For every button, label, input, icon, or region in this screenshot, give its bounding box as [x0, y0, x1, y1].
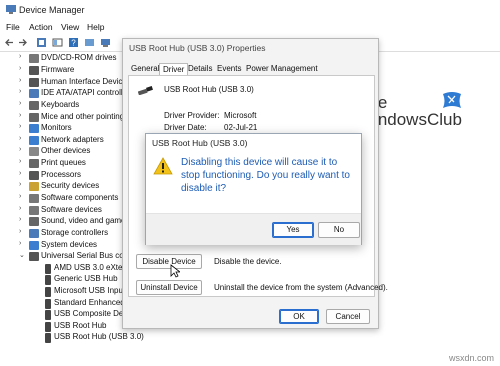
dvd-drive-icon — [29, 54, 39, 63]
usb-device-icon — [45, 264, 51, 274]
tab-details[interactable]: Details — [185, 63, 215, 75]
watermark: wsxdn.com — [448, 353, 494, 363]
driver-date-value: 02-Jul-21 — [224, 123, 258, 132]
chevron-right-icon[interactable]: › — [19, 123, 21, 130]
chevron-right-icon[interactable]: › — [19, 65, 21, 72]
driver-provider-label: Driver Provider: — [164, 111, 220, 120]
windows-logo-icon — [443, 92, 461, 108]
processor-icon — [29, 171, 39, 180]
usb-cable-icon — [138, 86, 153, 95]
view-toggle-icon[interactable] — [52, 37, 63, 48]
sound-icon — [29, 217, 39, 226]
help-toolbar-icon[interactable]: ? — [68, 37, 79, 48]
keyboard-icon — [29, 101, 39, 110]
software-device-icon — [29, 206, 39, 215]
menu-view[interactable]: View — [61, 22, 79, 32]
printer-icon — [29, 159, 39, 168]
cancel-button[interactable]: Cancel — [326, 309, 370, 324]
software-component-icon — [29, 194, 39, 203]
chevron-right-icon[interactable]: › — [19, 158, 21, 165]
chevron-right-icon[interactable]: › — [19, 53, 21, 60]
usb-device-icon — [45, 275, 51, 285]
ok-button[interactable]: OK — [279, 309, 319, 324]
window-title: Device Manager — [19, 5, 85, 15]
chevron-right-icon[interactable]: › — [19, 240, 21, 247]
menu-action[interactable]: Action — [29, 22, 53, 32]
hid-icon — [29, 78, 39, 87]
ide-controller-icon — [29, 89, 39, 98]
mouse-icon — [29, 113, 39, 122]
yes-button[interactable]: Yes — [272, 222, 314, 238]
usb-device-icon — [45, 333, 51, 343]
mouse-cursor-icon — [170, 264, 180, 278]
scan-hardware-icon[interactable] — [100, 37, 111, 48]
disable-device-description: Disable the device. — [214, 257, 282, 266]
action-toolbar-icon[interactable] — [84, 37, 95, 48]
driver-provider-value: Microsoft — [224, 111, 257, 120]
uninstall-device-button[interactable]: Uninstall Device — [136, 280, 202, 295]
usb-device-icon — [45, 287, 51, 297]
firmware-icon — [29, 66, 39, 75]
device-manager-icon — [6, 5, 16, 14]
usb-device-icon — [45, 310, 51, 320]
confirm-dialog-title: USB Root Hub (USB 3.0) — [152, 138, 248, 148]
chevron-right-icon[interactable]: › — [19, 228, 21, 235]
back-arrow-icon[interactable] — [4, 37, 15, 48]
chevron-right-icon[interactable]: › — [19, 100, 21, 107]
usb-controller-icon — [29, 252, 39, 261]
chevron-right-icon[interactable]: › — [19, 181, 21, 188]
chevron-right-icon[interactable]: › — [19, 170, 21, 177]
chevron-right-icon[interactable]: › — [19, 135, 21, 142]
chevron-right-icon[interactable]: › — [19, 88, 21, 95]
dialog-title: USB Root Hub (USB 3.0) Properties — [129, 43, 266, 53]
tab-power-management[interactable]: Power Management — [243, 63, 321, 75]
network-adapter-icon — [29, 136, 39, 145]
driver-date-label: Driver Date: — [164, 123, 207, 132]
other-devices-icon — [29, 147, 39, 156]
title-bar: Device Manager — [0, 0, 500, 20]
system-device-icon — [29, 241, 39, 250]
monitor-icon — [29, 124, 39, 133]
usb-device-icon — [45, 299, 51, 309]
disable-device-button[interactable]: Disable Device — [136, 254, 202, 269]
forward-arrow-icon[interactable] — [17, 37, 28, 48]
no-button[interactable]: No — [318, 222, 360, 238]
menu-help[interactable]: Help — [87, 22, 104, 32]
chevron-right-icon[interactable]: › — [19, 77, 21, 84]
chevron-right-icon[interactable]: › — [19, 146, 21, 153]
chevron-right-icon[interactable]: › — [19, 216, 21, 223]
confirm-message: Disabling this device will cause it to s… — [181, 157, 350, 194]
properties-toolbar-icon[interactable] — [36, 37, 47, 48]
svg-text:?: ? — [71, 39, 76, 48]
tab-general[interactable]: General — [128, 63, 162, 75]
usb-device-icon — [45, 322, 51, 332]
tab-events[interactable]: Events — [214, 63, 244, 75]
chevron-right-icon[interactable]: › — [19, 205, 21, 212]
menu-file[interactable]: File — [6, 22, 20, 32]
storage-controller-icon — [29, 229, 39, 238]
uninstall-device-description: Uninstall the device from the system (Ad… — [214, 283, 388, 292]
usb-device-item[interactable]: USB Root Hub (USB 3.0) — [0, 332, 200, 344]
device-name: USB Root Hub (USB 3.0) — [164, 85, 254, 94]
chevron-right-icon[interactable]: › — [19, 193, 21, 200]
warning-icon — [153, 157, 173, 175]
security-device-icon — [29, 182, 39, 191]
chevron-right-icon[interactable]: › — [19, 112, 21, 119]
chevron-down-icon[interactable]: ⌄ — [19, 251, 25, 259]
